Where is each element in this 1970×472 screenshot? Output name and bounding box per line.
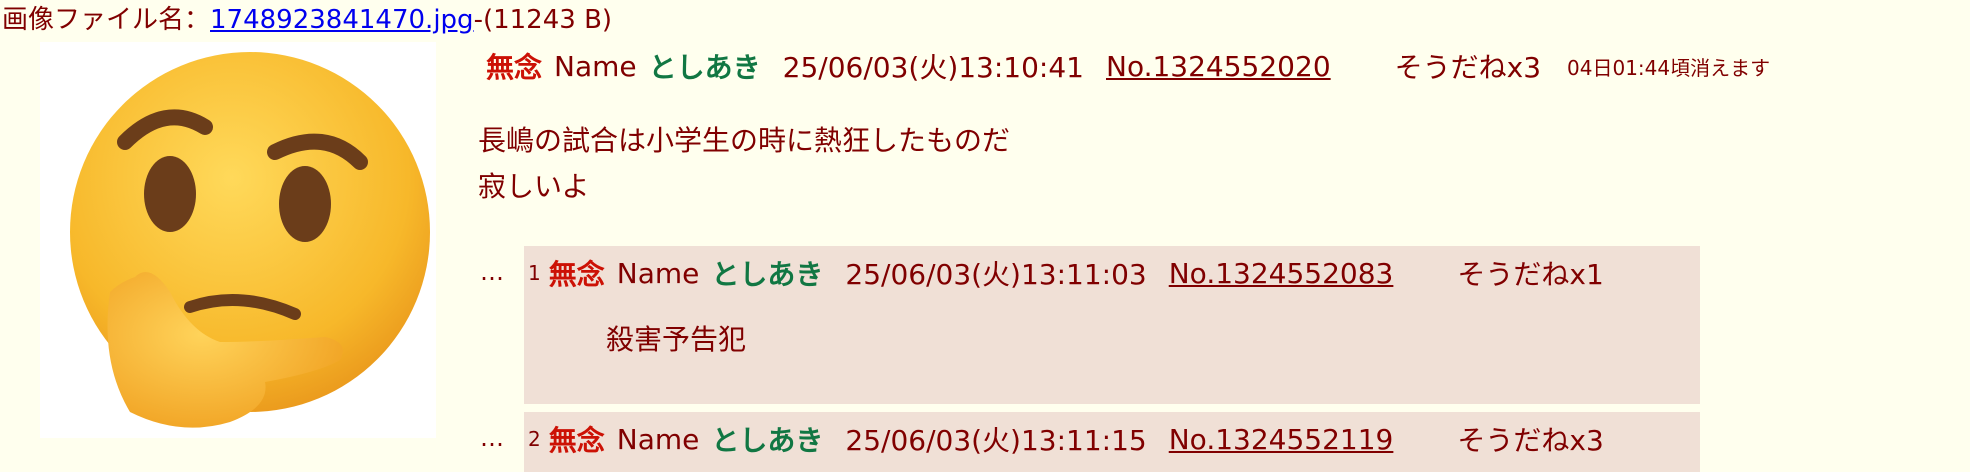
file-info: 画像ファイル名：1748923841470.jpg-(11243 B) <box>2 2 612 38</box>
reply-body: 殺害予告犯 <box>606 323 747 356</box>
post-date: 25/06/03(火)13:10:41 <box>782 51 1084 84</box>
reply-header: 2 無念 Name としあき 25/06/03(火)13:11:15 No.13… <box>524 412 1700 466</box>
name-label: Name <box>616 422 700 456</box>
name-label: Name <box>616 256 700 290</box>
file-label: 画像ファイル名： <box>2 5 211 35</box>
file-size: -(11243 B) <box>473 5 613 35</box>
post-header: 無念 Name としあき 25/06/03(火)13:10:41 No.1324… <box>486 44 1770 88</box>
thinking-face-icon <box>40 42 436 438</box>
thumbnail-image[interactable] <box>40 42 436 438</box>
reply-subject: 無念 <box>548 258 605 291</box>
reply-subject: 無念 <box>548 424 605 457</box>
poster-name: としあき <box>711 258 824 291</box>
post-body: 長嶋の試合は小学生の時に熱狂したものだ 寂しいよ <box>478 118 1010 210</box>
reply-header: 1 無念 Name としあき 25/06/03(火)13:11:03 No.13… <box>524 246 1700 300</box>
poster-name: としあき <box>711 424 824 457</box>
reply-dots-row: … <box>480 250 516 294</box>
reply-number-link[interactable]: No.1324552119 <box>1169 423 1394 456</box>
reply-index: 2 <box>528 427 541 451</box>
reply-dots: … <box>480 258 504 286</box>
reply-number-link[interactable]: No.1324552083 <box>1169 257 1394 290</box>
post-body-line: 長嶋の試合は小学生の時に熱狂したものだ <box>478 124 1011 157</box>
expire-notice: 04日01:44頃消えます <box>1567 55 1771 80</box>
file-link[interactable]: 1748923841470.jpg <box>210 5 474 35</box>
sodane-button[interactable]: そうだねx3 <box>1395 46 1541 86</box>
post-subject: 無念 <box>486 51 543 84</box>
sodane-button[interactable]: そうだねx3 <box>1457 419 1603 459</box>
reply-dots: … <box>480 424 504 452</box>
reply-post: 1 無念 Name としあき 25/06/03(火)13:11:03 No.13… <box>524 246 1700 404</box>
reply-index: 1 <box>528 261 541 285</box>
reply-date: 25/06/03(火)13:11:03 <box>845 258 1147 291</box>
reply-date: 25/06/03(火)13:11:15 <box>845 424 1147 457</box>
poster-name: としあき <box>648 51 761 84</box>
name-label: Name <box>554 49 637 83</box>
post-number-link[interactable]: No.1324552020 <box>1106 50 1331 83</box>
sodane-button[interactable]: そうだねx1 <box>1457 253 1603 293</box>
post-body-line: 寂しいよ <box>478 170 590 203</box>
reply-post: 2 無念 Name としあき 25/06/03(火)13:11:15 No.13… <box>524 412 1700 472</box>
reply-dots-row: … <box>480 416 516 460</box>
